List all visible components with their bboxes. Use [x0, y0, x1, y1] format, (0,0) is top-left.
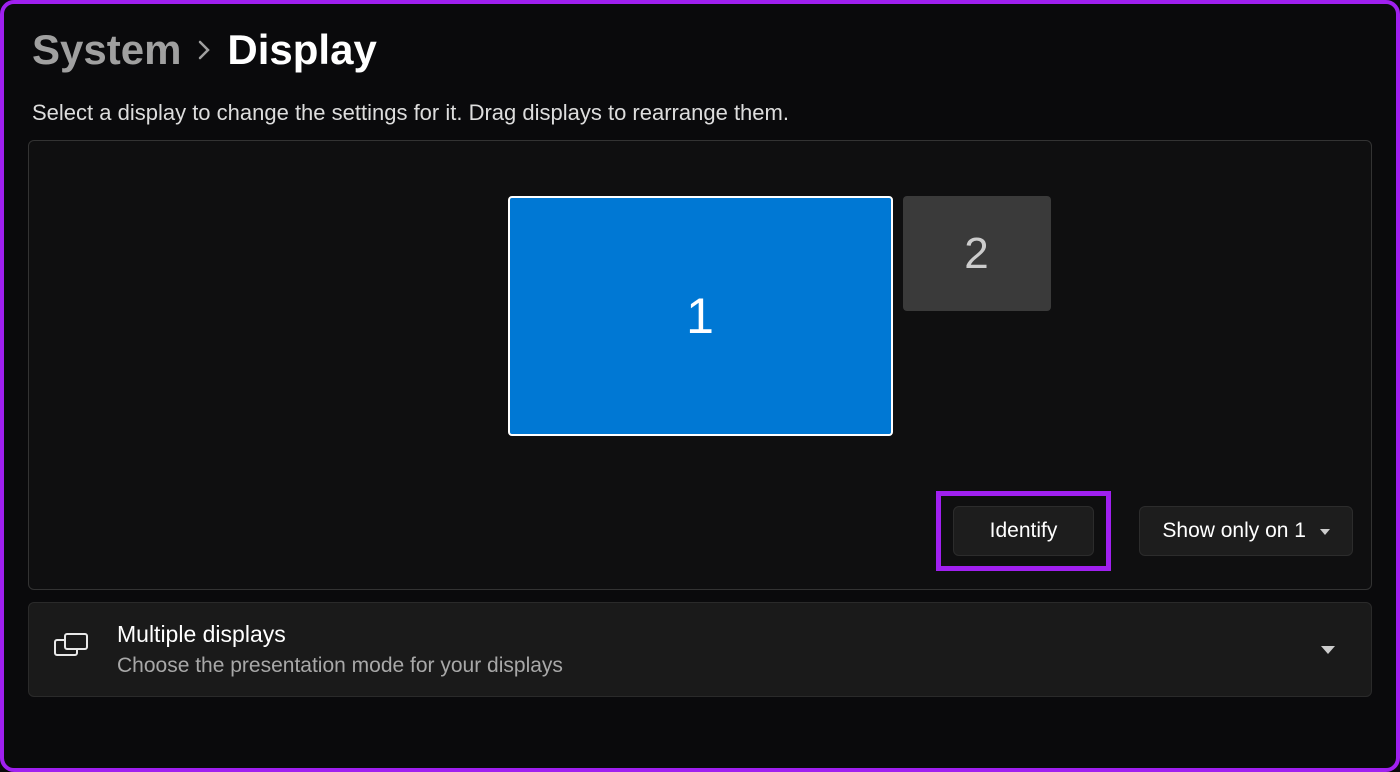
instruction-text: Select a display to change the settings …	[28, 100, 1372, 126]
chevron-down-icon	[1321, 646, 1335, 654]
identify-highlight-frame: Identify	[936, 491, 1112, 571]
identify-button[interactable]: Identify	[953, 506, 1095, 556]
display-2-label: 2	[964, 229, 988, 279]
display-monitor-1[interactable]: 1	[508, 196, 893, 436]
projection-mode-dropdown[interactable]: Show only on 1	[1139, 506, 1353, 556]
breadcrumb: System Display	[28, 26, 1372, 74]
chevron-down-icon	[1320, 529, 1330, 535]
display-arrangement-panel: 1 2 Identify Show only on 1	[28, 140, 1372, 590]
multiple-displays-section[interactable]: Multiple displays Choose the presentatio…	[28, 602, 1372, 697]
section-title: Multiple displays	[117, 621, 1321, 648]
section-text: Multiple displays Choose the presentatio…	[117, 621, 1321, 678]
breadcrumb-current: Display	[227, 26, 376, 74]
display-monitor-2[interactable]: 2	[903, 196, 1051, 311]
display-arrangement-area[interactable]: 1 2	[29, 141, 1371, 491]
panel-actions: Identify Show only on 1	[936, 491, 1353, 571]
chevron-right-icon	[197, 39, 211, 67]
multiple-displays-icon	[53, 632, 89, 667]
projection-mode-selected: Show only on 1	[1162, 519, 1306, 543]
display-1-label: 1	[686, 287, 714, 345]
section-subtitle: Choose the presentation mode for your di…	[117, 654, 1321, 678]
breadcrumb-parent-link[interactable]: System	[32, 26, 181, 74]
